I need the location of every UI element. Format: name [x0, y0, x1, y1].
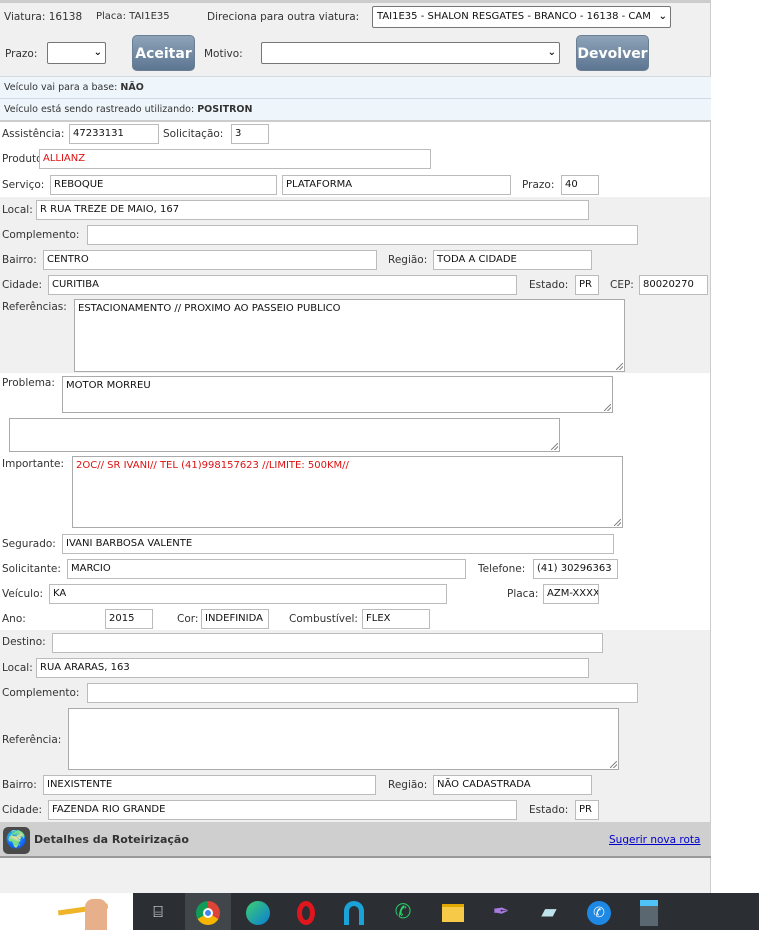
devolver-button[interactable]: Devolver: [576, 35, 649, 71]
prazo-label: Prazo:: [5, 48, 38, 60]
destino-cidade-field[interactable]: FAZENDA RIO GRANDE: [48, 800, 517, 820]
destino-regiao-field[interactable]: NÃO CADASTRADA: [433, 775, 592, 795]
viatura-value: 16138: [48, 11, 83, 23]
problema-extra-textarea[interactable]: [9, 418, 560, 452]
phone-icon[interactable]: ✆: [576, 893, 622, 930]
destino-bairro-label: Bairro:: [2, 779, 37, 791]
rastreio-info: Veículo está sendo rastreado utilizando:…: [0, 98, 711, 120]
task-view-icon[interactable]: ⌸: [133, 893, 183, 930]
placa-field[interactable]: AZM-XXXX: [543, 584, 599, 604]
referencias-textarea[interactable]: ESTACIONAMENTO // PROXIMO AO PASSEIO PUB…: [74, 299, 625, 372]
combustivel-label: Combustível:: [289, 613, 358, 625]
cor-field[interactable]: INDEFINIDA: [201, 609, 269, 629]
sugerir-rota-link[interactable]: Sugerir nova rota: [609, 833, 700, 847]
destino-estado-field[interactable]: PR: [575, 800, 599, 820]
telefone-label: Telefone:: [478, 563, 526, 575]
prazo-field[interactable]: 40: [561, 175, 599, 195]
cep-field[interactable]: 80020270: [639, 275, 708, 295]
prazo-select[interactable]: ⌄: [47, 42, 106, 64]
complemento-field[interactable]: [87, 225, 638, 245]
destino-referencia-label: Referência:: [2, 734, 62, 746]
globe-icon: 🌍: [3, 827, 30, 854]
estado-field[interactable]: PR: [575, 275, 599, 295]
destino-estado-label: Estado:: [529, 804, 569, 816]
aceitar-button[interactable]: Aceitar: [132, 35, 195, 71]
cidade-label: Cidade:: [2, 279, 43, 291]
destino-complemento-field[interactable]: [87, 683, 638, 703]
feather-icon[interactable]: ✒: [478, 893, 524, 930]
viatura-label: Viatura:: [4, 11, 46, 23]
divider: [710, 0, 711, 893]
assistencia-field[interactable]: 47233131: [69, 124, 159, 144]
prazo-label: Prazo:: [522, 179, 555, 191]
cep-label: CEP:: [610, 279, 634, 291]
edge-icon[interactable]: [235, 893, 281, 930]
roteirizacao-title: Detalhes da Roteirização: [34, 833, 189, 846]
placa-label: Placa:: [507, 588, 539, 600]
cidade-field[interactable]: CURITIBA: [48, 275, 517, 295]
motivo-label: Motivo:: [204, 48, 243, 60]
direciona-label: Direciona para outra viatura:: [207, 11, 360, 23]
chevron-down-icon: ⌄: [656, 7, 667, 27]
solicitante-label: Solicitante:: [2, 563, 61, 575]
combustivel-field[interactable]: FLEX: [362, 609, 430, 629]
whatsapp-icon[interactable]: ✆: [380, 893, 426, 930]
ano-field[interactable]: 2015: [105, 609, 153, 629]
notepad-icon[interactable]: ▰: [526, 893, 572, 930]
placa-value: TAI1E35: [129, 11, 170, 22]
destino-label: Destino:: [2, 636, 46, 648]
file-explorer-icon[interactable]: [430, 893, 476, 930]
bairro-field[interactable]: CENTRO: [43, 250, 377, 270]
base-info: Veículo vai para a base: NÃO: [0, 76, 711, 98]
divider: [0, 120, 711, 122]
chrome-icon[interactable]: [185, 893, 231, 930]
regiao-field[interactable]: TODA A CIDADE: [433, 250, 592, 270]
opera-icon[interactable]: [283, 893, 329, 930]
problema-label: Problema:: [2, 377, 55, 389]
roteirizacao-body: [0, 858, 711, 893]
calculator-icon[interactable]: [626, 893, 672, 930]
solicitante-field[interactable]: MARCIO: [67, 559, 466, 579]
importante-label: Importante:: [2, 458, 65, 470]
servico2-field[interactable]: PLATAFORMA: [282, 175, 511, 195]
destino-complemento-label: Complemento:: [2, 687, 80, 699]
problema-textarea[interactable]: MOTOR MORREU: [62, 376, 613, 413]
telefone-field[interactable]: (41) 30296363: [533, 559, 618, 579]
destino-referencia-textarea[interactable]: [68, 708, 619, 770]
local-label: Local:: [2, 204, 33, 216]
cor-label: Cor:: [177, 613, 199, 625]
direciona-select[interactable]: TAI1E35 - SHALON RESGATES - BRANCO - 161…: [372, 6, 671, 28]
importante-textarea[interactable]: 2OC// SR IVANI// TEL (41)998157623 //LIM…: [72, 456, 623, 528]
segurado-label: Segurado:: [2, 538, 56, 550]
solicitacao-field[interactable]: 3: [231, 124, 269, 144]
chevron-down-icon: ⌄: [91, 43, 102, 63]
servico-field[interactable]: REBOQUE: [50, 175, 277, 195]
ano-label: Ano:: [2, 613, 26, 625]
local-field[interactable]: R RUA TREZE DE MAIO, 167: [36, 200, 589, 220]
assistencia-label: Assistência:: [2, 128, 65, 140]
complemento-label: Complemento:: [2, 229, 80, 241]
estado-label: Estado:: [529, 279, 569, 291]
chevron-down-icon: ⌄: [545, 43, 556, 63]
destino-local-label: Local:: [2, 662, 33, 674]
servico-label: Serviço:: [2, 179, 45, 191]
app-a-icon[interactable]: [331, 893, 377, 930]
solicitacao-label: Solicitação:: [163, 128, 224, 140]
bairro-label: Bairro:: [2, 254, 37, 266]
destino-field[interactable]: [52, 633, 603, 653]
motivo-select[interactable]: ⌄: [261, 42, 560, 64]
referencias-label: Referências:: [2, 301, 67, 313]
destino-regiao-label: Região:: [388, 779, 428, 791]
segurado-field[interactable]: IVANI BARBOSA VALENTE: [62, 534, 614, 554]
veiculo-label: Veículo:: [2, 588, 44, 600]
destino-local-field[interactable]: RUA ARARAS, 163: [36, 658, 589, 678]
destino-cidade-label: Cidade:: [2, 804, 43, 816]
veiculo-field[interactable]: KA: [49, 584, 447, 604]
regiao-label: Região:: [388, 254, 428, 266]
produto-field[interactable]: ALLIANZ: [39, 149, 431, 169]
pencil-hand-icon: [0, 893, 133, 930]
placa-label: Placa:: [96, 11, 126, 22]
destino-bairro-field[interactable]: INEXISTENTE: [43, 775, 376, 795]
